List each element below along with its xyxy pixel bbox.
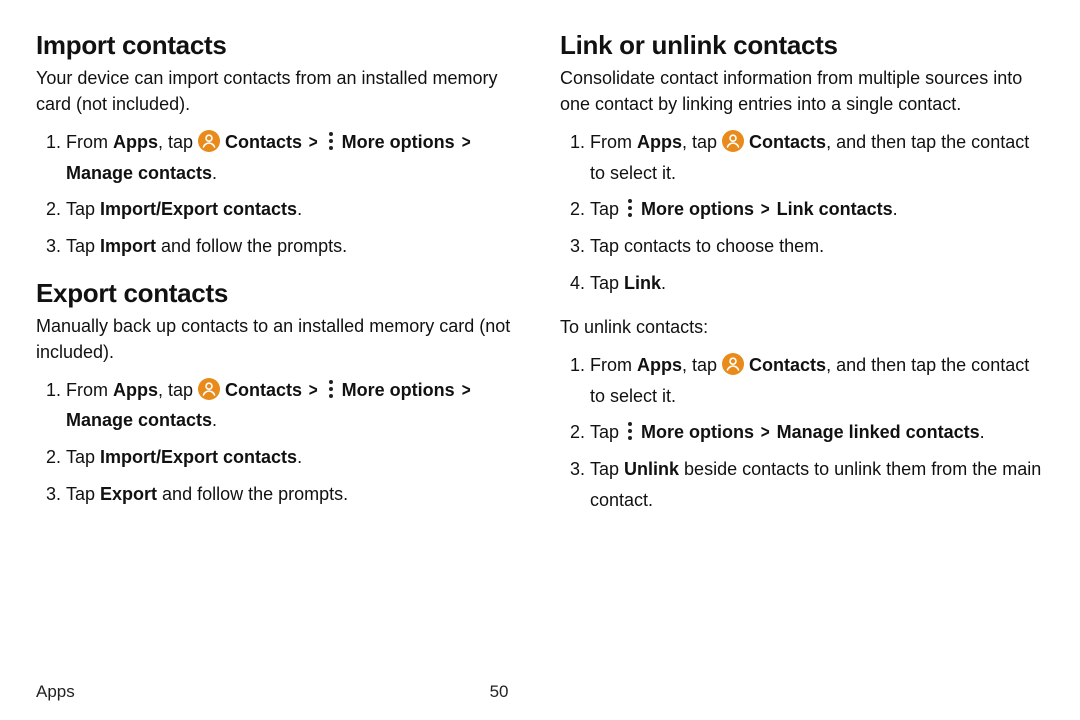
step-item: Tap contacts to choose them.	[590, 231, 1044, 262]
bold-text: More options	[641, 199, 754, 219]
right-column: Link or unlink contacts Consolidate cont…	[560, 24, 1044, 672]
steps-unlink: From Apps, tap Contacts, and then tap th…	[560, 350, 1044, 515]
contacts-icon	[722, 353, 744, 375]
bold-text: Contacts	[749, 355, 826, 375]
text: .	[893, 199, 898, 219]
text: .	[661, 273, 666, 293]
bold-text: Import/Export contacts	[100, 199, 297, 219]
text: .	[297, 447, 302, 467]
bold-text: Manage contacts	[66, 163, 212, 183]
bold-text: Link contacts	[777, 199, 893, 219]
text: From	[66, 132, 113, 152]
heading-import: Import contacts	[36, 30, 520, 61]
text: , tap	[682, 355, 722, 375]
contacts-icon	[198, 130, 220, 152]
text: Tap	[66, 236, 100, 256]
step-item: Tap Export and follow the prompts.	[66, 479, 520, 510]
text: , tap	[158, 132, 198, 152]
intro-export: Manually back up contacts to an installe…	[36, 313, 520, 365]
footer-section: Apps	[36, 682, 490, 702]
bold-text: Contacts	[749, 132, 826, 152]
text	[754, 199, 759, 219]
bold-text: More options	[342, 380, 455, 400]
heading-link: Link or unlink contacts	[560, 30, 1044, 61]
text: From	[590, 132, 637, 152]
manual-page: Import contacts Your device can import c…	[0, 0, 1080, 720]
bold-text: Apps	[637, 132, 682, 152]
chevron-right-icon: >	[461, 375, 470, 406]
step-item: Tap Import and follow the prompts.	[66, 231, 520, 262]
text: , tap	[682, 132, 722, 152]
chevron-right-icon: >	[309, 127, 318, 158]
bold-text: Manage contacts	[66, 410, 212, 430]
text: .	[212, 410, 217, 430]
text: Tap	[66, 447, 100, 467]
step-item: From Apps, tap Contacts, and then tap th…	[590, 350, 1044, 411]
text: , tap	[158, 380, 198, 400]
bold-text: More options	[342, 132, 455, 152]
bold-text: Apps	[113, 132, 158, 152]
text: Tap contacts to choose them.	[590, 236, 824, 256]
step-item: From Apps, tap Contacts, and then tap th…	[590, 127, 1044, 188]
bold-text: Manage linked contacts	[777, 422, 980, 442]
bold-text: Apps	[113, 380, 158, 400]
step-item: Tap More options > Link contacts.	[590, 194, 1044, 225]
text: Tap	[590, 459, 624, 479]
bold-text: Apps	[637, 355, 682, 375]
text	[455, 132, 460, 152]
steps-import: From Apps, tap Contacts > More options >…	[36, 127, 520, 261]
step-item: From Apps, tap Contacts > More options >…	[66, 375, 520, 436]
text: .	[297, 199, 302, 219]
text	[754, 422, 759, 442]
text: and follow the prompts.	[157, 484, 348, 504]
bold-text: Contacts	[225, 380, 302, 400]
bold-text: Import	[100, 236, 156, 256]
more-options-icon	[624, 420, 636, 442]
chevron-right-icon: >	[761, 417, 770, 448]
two-column-layout: Import contacts Your device can import c…	[36, 24, 1044, 672]
step-item: From Apps, tap Contacts > More options >…	[66, 127, 520, 188]
text: Tap	[66, 199, 100, 219]
bold-text: Export	[100, 484, 157, 504]
chevron-right-icon: >	[761, 194, 770, 225]
contacts-icon	[722, 130, 744, 152]
chevron-right-icon: >	[461, 127, 470, 158]
step-item: Tap Import/Export contacts.	[66, 194, 520, 225]
page-footer: Apps 50	[36, 672, 1044, 702]
intro-import: Your device can import contacts from an …	[36, 65, 520, 117]
more-options-icon	[325, 378, 337, 400]
text: Tap	[66, 484, 100, 504]
contacts-icon	[198, 378, 220, 400]
heading-export: Export contacts	[36, 278, 520, 309]
text	[455, 380, 460, 400]
text: and follow the prompts.	[156, 236, 347, 256]
steps-link: From Apps, tap Contacts, and then tap th…	[560, 127, 1044, 298]
left-column: Import contacts Your device can import c…	[36, 24, 520, 672]
bold-text: Contacts	[225, 132, 302, 152]
text	[302, 380, 307, 400]
footer-page-number: 50	[490, 682, 509, 702]
chevron-right-icon: >	[309, 375, 318, 406]
more-options-icon	[624, 197, 636, 219]
step-item: Tap Unlink beside contacts to unlink the…	[590, 454, 1044, 515]
text: From	[66, 380, 113, 400]
step-item: Tap Link.	[590, 268, 1044, 299]
subhead-unlink: To unlink contacts:	[560, 314, 1044, 340]
steps-export: From Apps, tap Contacts > More options >…	[36, 375, 520, 509]
more-options-icon	[325, 130, 337, 152]
step-item: Tap Import/Export contacts.	[66, 442, 520, 473]
step-item: Tap More options > Manage linked contact…	[590, 417, 1044, 448]
bold-text: More options	[641, 422, 754, 442]
text	[302, 132, 307, 152]
text: Tap	[590, 273, 624, 293]
bold-text: Import/Export contacts	[100, 447, 297, 467]
intro-link: Consolidate contact information from mul…	[560, 65, 1044, 117]
text: .	[980, 422, 985, 442]
bold-text: Unlink	[624, 459, 679, 479]
text: Tap	[590, 199, 624, 219]
bold-text: Link	[624, 273, 661, 293]
text: .	[212, 163, 217, 183]
text: From	[590, 355, 637, 375]
text: Tap	[590, 422, 624, 442]
